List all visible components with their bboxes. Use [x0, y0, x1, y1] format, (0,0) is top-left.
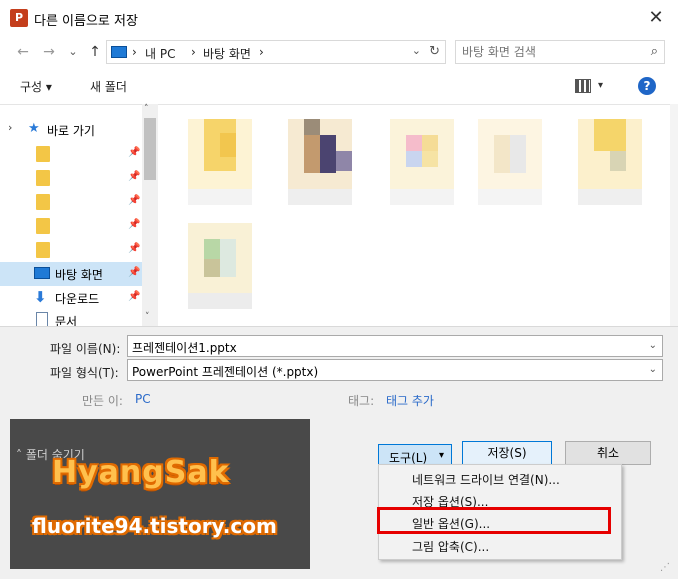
- menu-item-compress-pictures[interactable]: 그림 압축(C)...: [412, 538, 489, 555]
- breadcrumb-separator[interactable]: ›: [259, 45, 264, 59]
- cancel-button[interactable]: 취소: [565, 441, 651, 465]
- author-value[interactable]: PC: [135, 392, 151, 406]
- scrollbar-thumb[interactable]: [144, 118, 156, 180]
- navigation-pane: › ★ 바로 가기 📌 📌 📌 📌 📌 바탕 화면 📌 ⬇ 다운로드 📌 문서: [0, 104, 158, 327]
- pin-icon: 📌: [128, 147, 141, 158]
- filetype-select[interactable]: PowerPoint 프레젠테이션 (*.pptx) ⌄: [127, 359, 663, 381]
- search-icon[interactable]: ⌕: [651, 44, 658, 59]
- file-list-pane: [158, 104, 670, 326]
- chevron-down-icon[interactable]: ⌄: [649, 340, 657, 351]
- save-button[interactable]: 저장(S): [462, 441, 552, 465]
- folder-icon: [36, 170, 50, 186]
- menu-item-map-network-drive[interactable]: 네트워크 드라이브 연결(N)...: [412, 471, 560, 488]
- pin-icon: 📌: [128, 267, 141, 278]
- powerpoint-icon: P: [10, 9, 28, 27]
- folder-icon: [36, 242, 50, 258]
- author-label: 만든 이:: [82, 394, 123, 408]
- file-thumbnail[interactable]: [390, 119, 454, 209]
- sidebar-item-folder[interactable]: 📌: [0, 190, 142, 214]
- sidebar-item-folder[interactable]: 📌: [0, 142, 142, 166]
- recent-locations-icon[interactable]: ⌄: [64, 42, 82, 62]
- tags-label: 태그:: [348, 394, 375, 408]
- pin-icon: 📌: [128, 291, 141, 302]
- sidebar-item-label: 다운로드: [55, 292, 100, 306]
- sidebar-item-downloads[interactable]: ⬇ 다운로드 📌: [0, 286, 142, 310]
- chevron-up-icon: ˄: [16, 448, 22, 462]
- file-thumbnail[interactable]: [478, 119, 542, 209]
- sidebar-item-label: 바탕 화면: [55, 268, 103, 282]
- search-input[interactable]: [462, 44, 632, 60]
- highlight-box: [377, 507, 611, 534]
- download-icon: ⬇: [34, 288, 47, 306]
- close-icon[interactable]: ✕: [640, 4, 672, 32]
- desktop-icon: [34, 267, 50, 279]
- watermark-title: HyangSak: [52, 455, 230, 490]
- pin-icon: 📌: [128, 243, 141, 254]
- forward-arrow-icon[interactable]: →: [40, 42, 58, 62]
- breadcrumb-separator[interactable]: ›: [132, 45, 137, 59]
- sidebar-item-label: 바로 가기: [47, 124, 95, 138]
- sidebar-item-folder[interactable]: 📌: [0, 166, 142, 190]
- back-arrow-icon[interactable]: ←: [14, 42, 32, 62]
- view-dropdown-icon[interactable]: ▾: [598, 80, 603, 91]
- content-scroll-gutter: [670, 104, 678, 326]
- breadcrumb-desktop[interactable]: 바탕 화면: [203, 45, 251, 62]
- view-options-icon[interactable]: [575, 79, 591, 93]
- scroll-up-icon[interactable]: ˄: [144, 104, 149, 114]
- sidebar-item-label: 문서: [55, 315, 78, 327]
- new-folder-button[interactable]: 새 폴더: [90, 78, 127, 95]
- tags-input[interactable]: 태그 추가: [386, 392, 434, 409]
- computer-icon: [111, 46, 127, 58]
- document-icon: [36, 312, 48, 327]
- pin-icon: 📌: [128, 219, 141, 230]
- file-thumbnail[interactable]: [288, 119, 352, 209]
- breadcrumb-separator[interactable]: ›: [191, 45, 196, 59]
- window-title: 다른 이름으로 저장: [34, 14, 138, 29]
- watermark-url: fluorite94.tistory.com: [32, 514, 277, 538]
- up-arrow-icon[interactable]: ↑: [86, 42, 104, 62]
- resize-grip-icon[interactable]: ⋰: [660, 562, 670, 573]
- filetype-label: 파일 형식(T):: [50, 366, 119, 380]
- chevron-down-icon[interactable]: ⌄: [412, 44, 421, 57]
- sidebar-item-folder[interactable]: 📌: [0, 214, 142, 238]
- filename-label: 파일 이름(N):: [50, 342, 121, 356]
- help-icon[interactable]: ?: [638, 77, 656, 95]
- watermark-overlay: ˄ 폴더 숨기기 HyangSak fluorite94.tistory.com: [10, 419, 310, 569]
- file-thumbnail[interactable]: [188, 223, 252, 313]
- scroll-down-icon[interactable]: ˅: [145, 312, 150, 322]
- organize-button[interactable]: 구성 ▾: [20, 78, 52, 95]
- breadcrumb-my-pc[interactable]: 내 PC: [145, 45, 175, 62]
- sidebar-item-desktop[interactable]: 바탕 화면 📌: [0, 262, 142, 286]
- sidebar-item-quick-access[interactable]: › ★ 바로 가기: [0, 118, 142, 142]
- file-thumbnail[interactable]: [578, 119, 642, 209]
- chevron-down-icon: ▾: [439, 450, 445, 461]
- refresh-icon[interactable]: ↻: [429, 44, 440, 59]
- folder-icon: [36, 218, 50, 234]
- filename-field[interactable]: 프레젠테이션1.pptx ⌄: [127, 335, 663, 357]
- pin-icon: 📌: [128, 171, 141, 182]
- filename-value: 프레젠테이션1.pptx: [132, 341, 237, 355]
- file-thumbnail[interactable]: [188, 119, 252, 209]
- pin-icon: 📌: [128, 195, 141, 206]
- folder-icon: [36, 146, 50, 162]
- star-icon: ★: [28, 121, 40, 136]
- folder-icon: [36, 194, 50, 210]
- expand-chevron-icon[interactable]: ›: [8, 121, 12, 134]
- sidebar-item-documents[interactable]: 문서: [0, 309, 142, 327]
- chevron-down-icon[interactable]: ⌄: [649, 364, 657, 375]
- address-bar[interactable]: › 내 PC › 바탕 화면 › ⌄ ↻: [106, 40, 446, 64]
- search-box[interactable]: ⌕: [455, 40, 665, 64]
- sidebar-item-folder[interactable]: 📌: [0, 238, 142, 262]
- filetype-value: PowerPoint 프레젠테이션 (*.pptx): [132, 365, 319, 379]
